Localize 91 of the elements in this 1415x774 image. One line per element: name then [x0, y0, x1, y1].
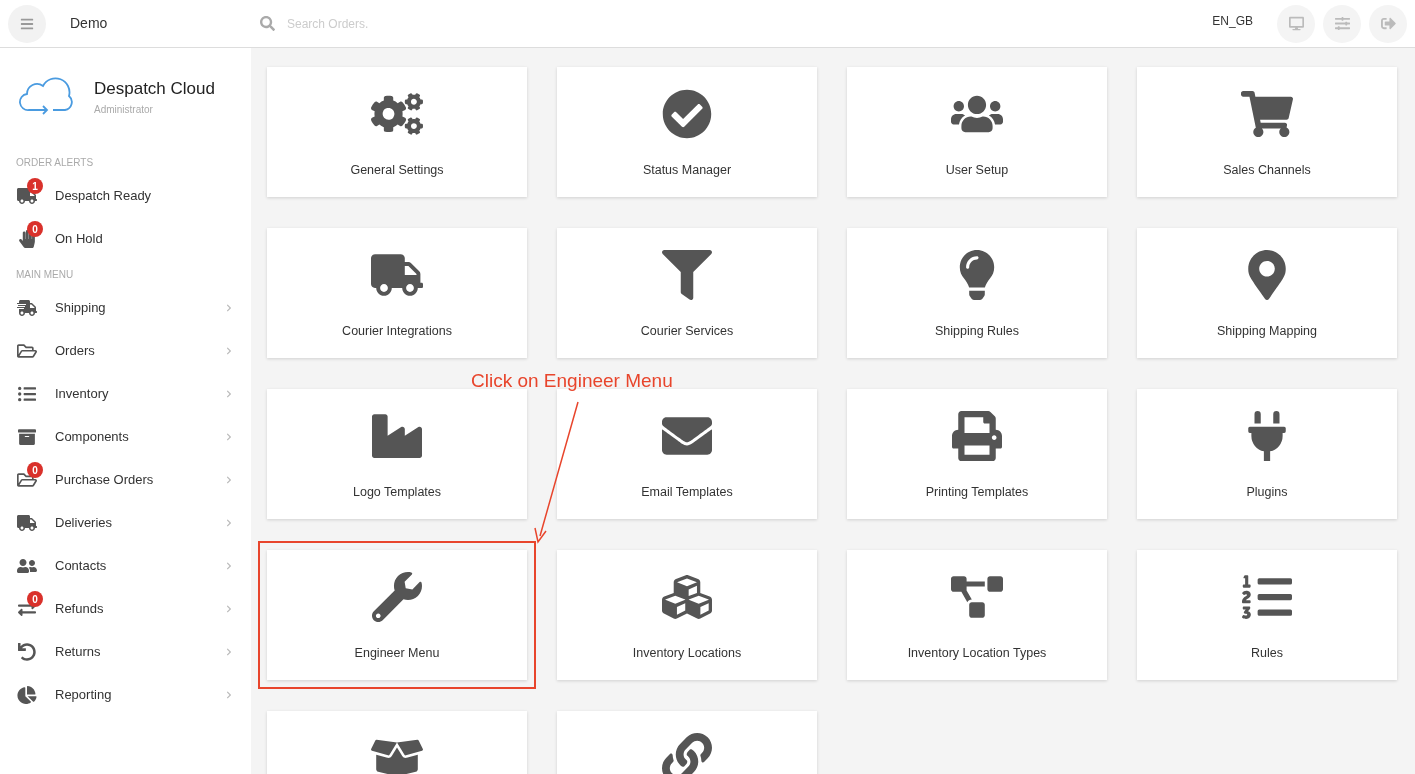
sidebar-item-label: On Hold [55, 230, 104, 249]
truck-icon [17, 514, 37, 532]
numbered-list-icon [1241, 572, 1293, 622]
user-role: Administrator [94, 102, 154, 117]
sidebar-item-label: Contacts [55, 557, 108, 576]
cart-icon [1241, 89, 1293, 139]
sidebar-item-label: Components [55, 428, 130, 447]
archive-icon [17, 428, 37, 446]
settings-tile[interactable]: Plugins [1137, 389, 1397, 519]
sign-out-button[interactable] [1369, 4, 1407, 43]
settings-tile[interactable]: User Setup [847, 67, 1107, 197]
sidebar-item[interactable]: Returns [0, 630, 251, 674]
sidebar-item-label: Refunds [55, 600, 105, 619]
sidebar-item-label: Deliveries [55, 514, 114, 533]
sidebar-item-label: Inventory [55, 385, 110, 404]
sidebar-item-label: Orders [55, 342, 96, 361]
sidebar-item[interactable]: Contacts [0, 544, 251, 588]
brand-name: Despatch Cloud [94, 78, 215, 100]
tile-label: Printing Templates [925, 484, 1029, 501]
tile-label: Shipping Rules [934, 323, 1020, 340]
tile-label: Inventory Locations [632, 645, 742, 662]
sidebar-item-label: Purchase Orders [55, 471, 155, 490]
sliders-icon [1334, 16, 1350, 31]
sidebar-item[interactable]: Shipping [0, 286, 251, 330]
sidebar-item-label: Returns [55, 643, 102, 662]
tile-label: General Settings [350, 162, 444, 179]
count-badge: 0 [27, 462, 43, 478]
tile-label: Logo Templates [353, 484, 441, 501]
settings-tile[interactable]: Printing Templates [847, 389, 1107, 519]
sidebar-item[interactable]: 0 Purchase Orders [0, 458, 251, 502]
sidebar-item[interactable]: Reporting [0, 673, 251, 717]
wrench-icon [371, 572, 423, 622]
tile-label: Shipping Mapping [1216, 323, 1318, 340]
sign-out-icon [1380, 16, 1396, 31]
count-badge: 0 [27, 591, 43, 607]
count-badge: 0 [27, 221, 43, 237]
section-heading: MAIN MENU [15, 268, 75, 282]
settings-tile[interactable]: Engineer Menu [267, 550, 527, 680]
menu-button[interactable] [8, 4, 46, 43]
tile-label: Rules [1251, 645, 1283, 662]
tile-label: User Setup [945, 162, 1009, 179]
people-icon [17, 557, 37, 575]
tile-label: Inventory Location Types [907, 645, 1047, 662]
settings-tile[interactable]: Courier Integrations [267, 228, 527, 358]
display-button[interactable] [1277, 4, 1315, 43]
sidebar-item[interactable]: 1 Despatch Ready [0, 174, 251, 218]
settings-tile[interactable]: Inventory Locations [557, 550, 817, 680]
settings-tile[interactable]: Sales Channels [1137, 67, 1397, 197]
settings-tile[interactable]: Logo Templates [267, 389, 527, 519]
settings-tile[interactable]: Inventory Location Types [847, 550, 1107, 680]
boxes-icon [661, 572, 713, 622]
sidebar-item[interactable]: 0 Refunds [0, 587, 251, 631]
count-badge: 1 [27, 178, 43, 194]
sidebar-item[interactable]: Deliveries [0, 501, 251, 545]
sidebar-item-label: Despatch Ready [55, 187, 153, 206]
app-title: Demo [70, 14, 109, 33]
cloud-logo-icon [19, 76, 75, 117]
tile-label: Status Manager [642, 162, 732, 179]
settings-tile[interactable]: General Settings [267, 67, 527, 197]
factory-icon [371, 411, 423, 461]
settings-button[interactable] [1323, 4, 1361, 43]
monitor-icon [1288, 16, 1304, 31]
tile-label: Sales Channels [1223, 162, 1311, 179]
section-heading: ORDER ALERTS [15, 156, 95, 170]
list-icon [17, 385, 37, 403]
settings-tile[interactable]: Shipping Mapping [1137, 228, 1397, 358]
sidebar-item-label: Shipping [55, 299, 107, 318]
tile-label: Email Templates [641, 484, 733, 501]
sidebar-item[interactable]: 0 On Hold [0, 217, 251, 261]
sidebar-item[interactable]: Inventory [0, 372, 251, 416]
folder-icon [17, 342, 37, 360]
settings-tile[interactable]: Rules [1137, 550, 1397, 680]
filter-icon [661, 250, 713, 300]
fast-truck-icon [17, 299, 37, 317]
pie-chart-icon [17, 686, 37, 704]
settings-tile[interactable]: Courier Services [557, 228, 817, 358]
sidebar-item[interactable]: Components [0, 415, 251, 459]
tile-label: Engineer Menu [354, 645, 440, 662]
undo-icon [17, 643, 37, 661]
locale-label: EN_GB [1212, 12, 1253, 30]
sidebar-item[interactable]: Orders [0, 329, 251, 373]
tile-label: Plugins [1246, 484, 1288, 501]
sidebar-item-label: Reporting [55, 686, 113, 705]
link-icon [661, 733, 713, 774]
settings-tile[interactable]: Status Manager [557, 67, 817, 197]
printer-icon [951, 411, 1003, 461]
tile-label: Courier Integrations [342, 323, 452, 340]
search-icon [260, 16, 275, 31]
tile-label: Courier Services [640, 323, 734, 340]
settings-tile[interactable]: Shipping Rules [847, 228, 1107, 358]
menu-icon [20, 16, 34, 31]
